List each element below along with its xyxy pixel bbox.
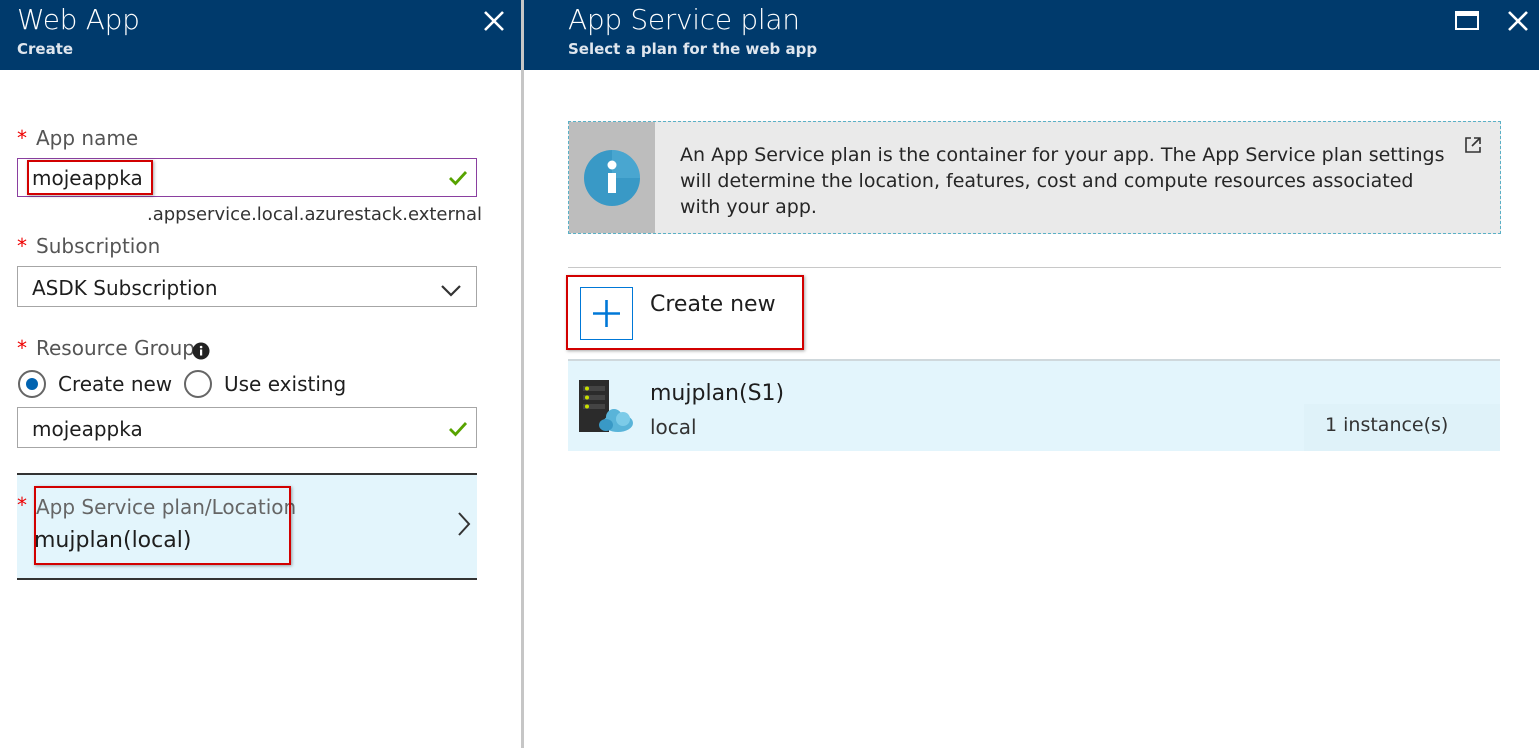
plan-instance-badge: 1 instance(s) bbox=[1304, 404, 1500, 451]
blade-subtitle: Create bbox=[17, 40, 74, 58]
blade-title: Web App bbox=[17, 3, 140, 36]
close-icon[interactable] bbox=[481, 8, 507, 34]
blade-title: App Service plan bbox=[568, 3, 800, 36]
maximize-icon[interactable] bbox=[1454, 8, 1480, 34]
plan-location-value: mujplan(local) bbox=[34, 528, 192, 553]
resource-group-label: * Resource Group bbox=[17, 336, 195, 360]
blade-subtitle: Select a plan for the web app bbox=[568, 40, 818, 58]
info-icon bbox=[583, 149, 641, 211]
blade-header: Web App Create bbox=[0, 0, 521, 70]
resource-group-input[interactable]: mojeappka bbox=[17, 407, 477, 448]
web-app-blade: Web App Create * App name mojeappka .apps… bbox=[0, 0, 521, 748]
section-divider bbox=[568, 267, 1501, 268]
required-asterisk: * bbox=[17, 493, 27, 517]
blade-header: App Service plan Select a plan for the w… bbox=[524, 0, 1539, 70]
app-name-value: mojeappka bbox=[32, 166, 143, 190]
radio-create-new-label: Create new bbox=[58, 372, 173, 396]
plan-location-label: App Service plan/Location bbox=[36, 495, 297, 519]
subscription-value: ASDK Subscription bbox=[32, 276, 218, 300]
subscription-label: * Subscription bbox=[17, 234, 161, 258]
resource-group-value: mojeappka bbox=[32, 417, 143, 441]
create-new-label: Create new bbox=[650, 292, 776, 317]
subscription-select[interactable]: ASDK Subscription bbox=[17, 266, 477, 307]
external-link-icon[interactable] bbox=[1463, 135, 1483, 159]
required-asterisk: * bbox=[17, 336, 27, 360]
valid-check-icon bbox=[448, 168, 468, 192]
chevron-right-icon bbox=[457, 511, 471, 541]
app-name-label: * App name bbox=[17, 126, 139, 150]
app-name-input[interactable]: mojeappka bbox=[17, 158, 477, 197]
server-cloud-icon bbox=[578, 379, 634, 439]
info-icon[interactable] bbox=[192, 342, 210, 364]
radio-use-existing[interactable] bbox=[184, 370, 212, 398]
app-service-plan-blade: App Service plan Select a plan for the w… bbox=[524, 0, 1539, 748]
plan-list-item[interactable]: mujplan(S1) local 1 instance(s) bbox=[568, 359, 1500, 451]
plan-name: mujplan(S1) bbox=[650, 381, 785, 406]
radio-selected-dot bbox=[26, 378, 38, 390]
info-banner: An App Service plan is the container for… bbox=[568, 121, 1501, 234]
required-asterisk: * bbox=[17, 126, 27, 150]
create-new-plan-button[interactable]: Create new bbox=[568, 276, 868, 348]
info-banner-stripe bbox=[569, 122, 655, 233]
required-asterisk: * bbox=[17, 234, 27, 258]
app-service-plan-selector[interactable]: * App Service plan/Location mujplan(loca… bbox=[17, 473, 477, 580]
plus-icon bbox=[580, 287, 633, 340]
info-banner-text: An App Service plan is the container for… bbox=[680, 144, 1445, 218]
chevron-down-icon bbox=[440, 279, 462, 303]
valid-check-icon bbox=[448, 419, 468, 443]
radio-use-existing-label: Use existing bbox=[224, 372, 347, 396]
plan-location: local bbox=[650, 415, 697, 439]
radio-create-new[interactable] bbox=[18, 370, 46, 398]
plan-instance-count: 1 instance(s) bbox=[1325, 414, 1449, 436]
close-icon[interactable] bbox=[1505, 8, 1531, 34]
app-name-domain-suffix: .appservice.local.azurestack.external bbox=[147, 204, 483, 225]
